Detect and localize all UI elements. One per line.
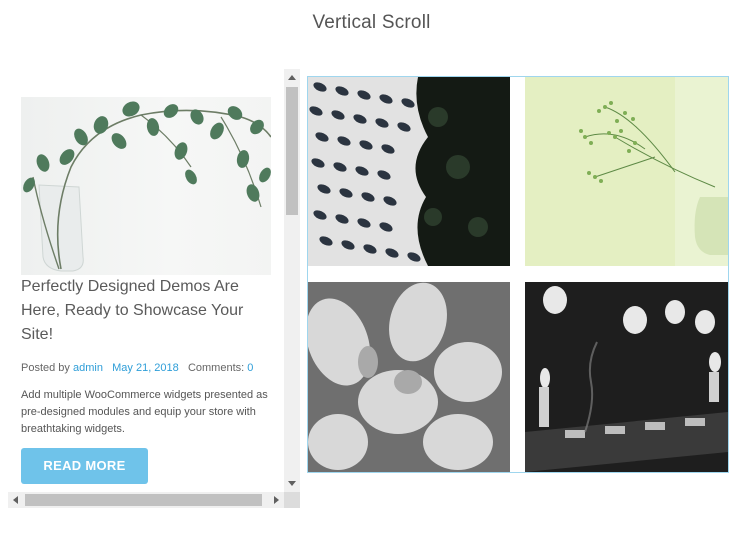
plant-in-vase-image[interactable] bbox=[21, 97, 271, 275]
horizontal-scrollbar[interactable] bbox=[8, 492, 284, 508]
post-title-link[interactable]: Perfectly Designed Demos Are Here, Ready… bbox=[21, 275, 271, 347]
vertical-scrollbar[interactable] bbox=[284, 69, 300, 492]
vertical-scroll-thumb[interactable] bbox=[286, 87, 298, 215]
scroll-down-arrow-icon[interactable] bbox=[288, 481, 296, 486]
candles-image[interactable] bbox=[525, 282, 728, 472]
horizontal-scroll-thumb[interactable] bbox=[25, 494, 262, 506]
page-title: Vertical Scroll bbox=[312, 12, 431, 33]
scroll-up-arrow-icon[interactable] bbox=[288, 75, 296, 80]
monochrome-flowers-image[interactable] bbox=[308, 282, 510, 472]
baby-breath-flowers-image[interactable] bbox=[525, 77, 728, 266]
scroll-right-arrow-icon[interactable] bbox=[274, 496, 279, 504]
comments-count-link[interactable]: 0 bbox=[247, 362, 253, 374]
scrollbar-corner bbox=[284, 492, 300, 508]
post-excerpt: Add multiple WooCommerce widgets present… bbox=[21, 389, 268, 435]
date-link[interactable]: May 21, 2018 bbox=[112, 362, 179, 374]
scroll-left-arrow-icon[interactable] bbox=[13, 496, 18, 504]
author-link[interactable]: admin bbox=[73, 362, 103, 374]
post-scroll-container[interactable]: Perfectly Designed Demos Are Here, Ready… bbox=[8, 69, 300, 509]
posted-by-label: Posted by bbox=[21, 362, 70, 374]
post-meta: Posted by admin May 21, 2018 Comments: 0 bbox=[21, 362, 281, 374]
read-more-button[interactable]: READ MORE bbox=[21, 448, 148, 484]
perforated-facade-image[interactable] bbox=[308, 77, 510, 266]
image-gallery bbox=[307, 76, 729, 473]
comments-label: Comments: bbox=[187, 362, 245, 374]
